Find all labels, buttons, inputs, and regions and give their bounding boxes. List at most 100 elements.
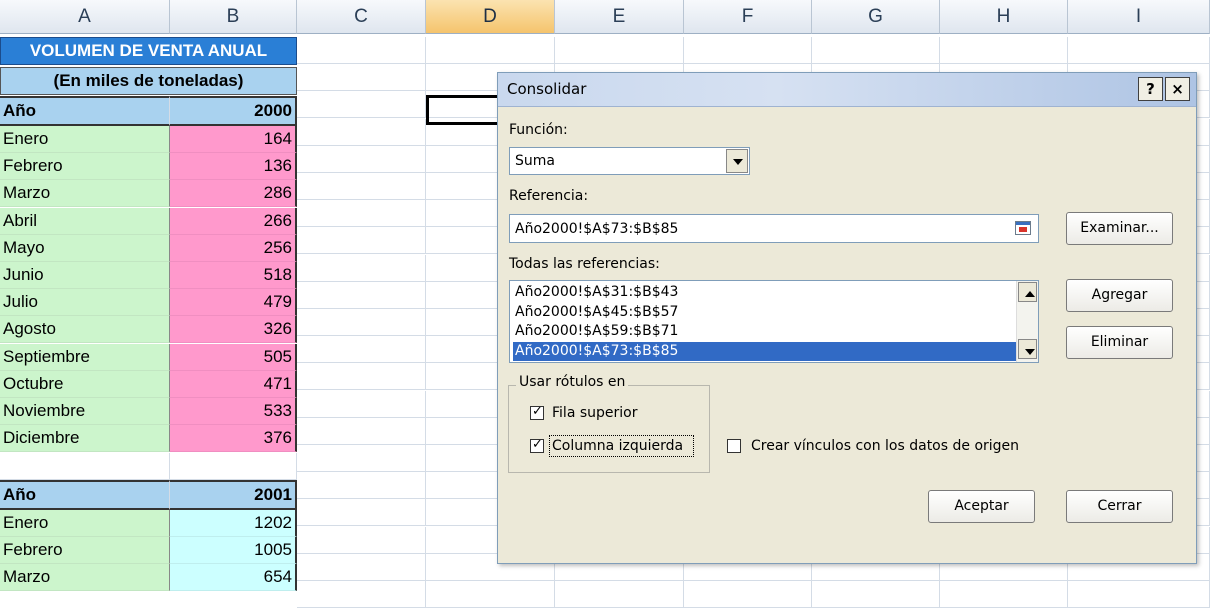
examinar-button[interactable]: Examinar... (1066, 212, 1173, 245)
scroll-down-button[interactable] (1018, 339, 1037, 359)
month-cell[interactable]: Noviembre (0, 398, 170, 425)
empty-cell[interactable] (297, 526, 426, 554)
month-cell[interactable]: Febrero (0, 153, 170, 181)
crear-vinculos-checkbox[interactable] (727, 439, 741, 453)
column-header-b[interactable]: B (170, 0, 297, 34)
aceptar-button[interactable]: Aceptar (928, 490, 1035, 523)
empty-cell[interactable] (297, 472, 426, 500)
empty-cell[interactable] (684, 37, 812, 64)
close-button[interactable]: × (1165, 77, 1190, 101)
column-header-h[interactable]: H (940, 0, 1068, 34)
empty-cell[interactable] (297, 64, 426, 92)
column-header-i[interactable]: I (1068, 0, 1210, 34)
empty-cell[interactable] (812, 37, 940, 64)
year-header-value[interactable]: 2001 (170, 480, 297, 510)
columna-izquierda-label[interactable]: Columna izquierda (552, 438, 683, 454)
empty-cell[interactable] (426, 37, 555, 64)
empty-cell[interactable] (426, 581, 555, 608)
value-cell[interactable]: 1202 (170, 510, 297, 537)
empty-cell[interactable] (297, 336, 426, 364)
value-cell[interactable]: 376 (170, 425, 297, 453)
value-cell[interactable]: 286 (170, 180, 297, 208)
empty-cell[interactable] (1068, 581, 1210, 608)
crear-vinculos-label[interactable]: Crear vínculos con los datos de origen (751, 438, 1019, 454)
empty-cell[interactable] (1068, 37, 1210, 64)
value-cell[interactable]: 479 (170, 289, 297, 317)
empty-cell[interactable] (297, 37, 426, 64)
sheet-title[interactable]: VOLUMEN DE VENTA ANUAL (0, 37, 297, 65)
empty-cell[interactable] (170, 453, 297, 480)
month-cell[interactable]: Febrero (0, 537, 170, 565)
empty-cell[interactable] (297, 227, 426, 255)
column-header-g[interactable]: G (812, 0, 940, 34)
eliminar-button[interactable]: Eliminar (1066, 326, 1173, 359)
help-button[interactable]: ? (1138, 77, 1163, 101)
empty-cell[interactable] (297, 417, 426, 445)
funcion-dropdown-button[interactable] (726, 149, 748, 173)
value-cell[interactable]: 266 (170, 207, 297, 235)
empty-cell[interactable] (297, 173, 426, 200)
month-cell[interactable]: Diciembre (0, 425, 170, 453)
reference-list-item[interactable]: Año2000!$A$45:$B$57 (513, 303, 1019, 322)
collapse-dialog-icon[interactable] (1015, 221, 1031, 235)
empty-cell[interactable] (297, 118, 426, 146)
funcion-select[interactable]: Suma (509, 147, 750, 175)
empty-cell[interactable] (297, 281, 426, 309)
agregar-button[interactable]: Agregar (1066, 279, 1173, 312)
empty-cell[interactable] (940, 37, 1068, 64)
sheet-subtitle[interactable]: (En miles de toneladas) (0, 67, 297, 95)
year-header-label[interactable]: Año (0, 480, 170, 510)
value-cell[interactable]: 164 (170, 126, 297, 153)
value-cell[interactable]: 654 (170, 564, 297, 592)
empty-cell[interactable] (684, 581, 812, 608)
value-cell[interactable]: 256 (170, 234, 297, 262)
empty-cell[interactable] (0, 453, 170, 480)
references-listbox[interactable]: Año2000!$A$31:$B$43 Año2000!$A$45:$B$57 Añ… (509, 280, 1039, 363)
reference-list-item[interactable]: Año2000!$A$59:$B$71 (513, 322, 1019, 341)
empty-cell[interactable] (297, 200, 426, 228)
value-cell[interactable]: 136 (170, 153, 297, 181)
empty-cell[interactable] (297, 390, 426, 418)
month-cell[interactable]: Agosto (0, 316, 170, 344)
year-header-label[interactable]: Año (0, 96, 170, 126)
empty-cell[interactable] (297, 254, 426, 282)
empty-cell[interactable] (812, 581, 940, 608)
column-header-a[interactable]: A (0, 0, 170, 34)
empty-cell[interactable] (297, 499, 426, 527)
empty-cell[interactable] (297, 363, 426, 391)
column-header-c[interactable]: C (297, 0, 426, 34)
fila-superior-label[interactable]: Fila superior (552, 405, 637, 421)
empty-cell[interactable] (297, 553, 426, 581)
reference-list-item[interactable]: Año2000!$A$73:$B$85 (513, 341, 1019, 361)
empty-cell[interactable] (297, 145, 426, 173)
month-cell[interactable]: Septiembre (0, 343, 170, 371)
column-header-e[interactable]: E (555, 0, 684, 34)
empty-cell[interactable] (297, 309, 426, 336)
empty-cell[interactable] (297, 581, 426, 608)
cerrar-button[interactable]: Cerrar (1066, 490, 1173, 523)
value-cell[interactable]: 471 (170, 370, 297, 398)
empty-cell[interactable] (297, 91, 426, 119)
month-cell[interactable]: Enero (0, 126, 170, 153)
month-cell[interactable]: Abril (0, 207, 170, 235)
value-cell[interactable]: 1005 (170, 537, 297, 565)
value-cell[interactable]: 326 (170, 316, 297, 344)
scroll-up-button[interactable] (1018, 282, 1037, 302)
year-header-value[interactable]: 2000 (170, 96, 297, 126)
fila-superior-checkbox[interactable]: ✓ (530, 404, 544, 420)
month-cell[interactable]: Marzo (0, 180, 170, 208)
month-cell[interactable]: Enero (0, 510, 170, 537)
column-header-f[interactable]: F (684, 0, 812, 34)
month-cell[interactable]: Julio (0, 289, 170, 317)
empty-cell[interactable] (940, 581, 1068, 608)
listbox-scrollbar[interactable] (1016, 281, 1038, 362)
empty-cell[interactable] (555, 581, 684, 608)
columna-izquierda-checkbox[interactable]: ✓ (530, 437, 544, 453)
empty-cell[interactable] (555, 37, 684, 64)
referencia-input[interactable]: Año2000!$A$73:$B$85 (509, 214, 1039, 243)
dialog-titlebar[interactable]: Consolidar ? × (498, 73, 1196, 107)
month-cell[interactable]: Junio (0, 262, 170, 289)
value-cell[interactable]: 518 (170, 262, 297, 289)
month-cell[interactable]: Mayo (0, 234, 170, 262)
empty-cell[interactable] (297, 445, 426, 472)
